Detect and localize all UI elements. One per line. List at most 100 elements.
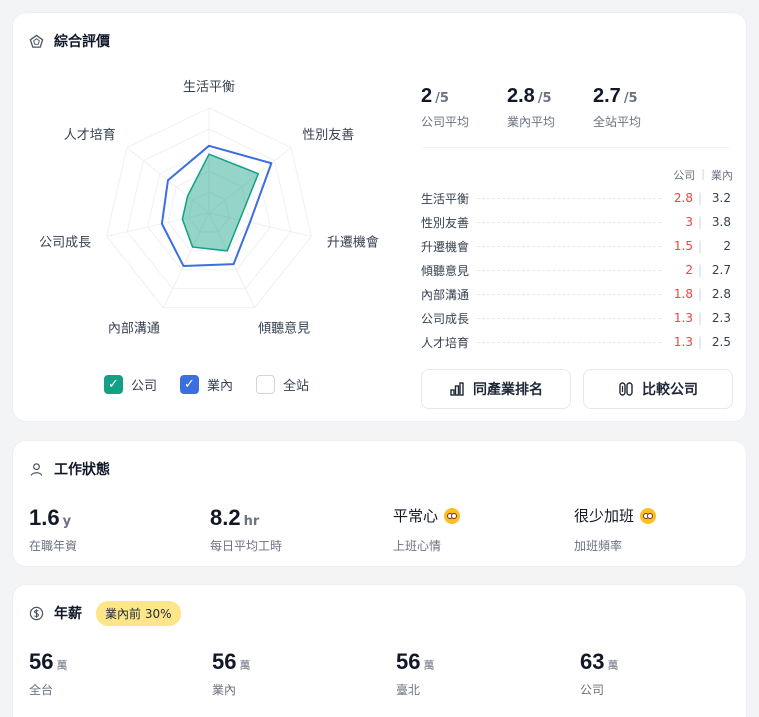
compare-row-company: 1.3	[673, 335, 693, 349]
summary-denominator: /5	[537, 91, 552, 106]
compare-row-label: 人才培育	[421, 335, 470, 350]
compare-row: 公司成長 1.3 | 2.3	[421, 310, 731, 326]
salary-unit: 萬	[423, 659, 435, 672]
compare-row-industry: 2.7	[711, 263, 731, 277]
salary-value: 63	[580, 649, 605, 674]
compare-row: 傾聽意見 2 | 2.7	[421, 262, 731, 278]
check-icon: ✓	[180, 375, 199, 394]
stat-label: 在職年資	[29, 539, 78, 553]
salary-unit: 萬	[607, 659, 619, 672]
compare-row-label: 生活平衡	[421, 191, 470, 206]
salary-label: 公司	[580, 683, 605, 697]
checkbox-empty	[256, 375, 275, 394]
stat-hours: 8.2 hr 每日平均工時	[210, 505, 282, 554]
radar-axis-label: 性別友善	[302, 127, 354, 143]
industry-rank-label: 同產業排名	[473, 382, 543, 398]
salary-label: 業內	[212, 683, 237, 697]
work-title: 工作狀態	[54, 462, 110, 478]
compare-row-industry: 2.3	[711, 311, 731, 325]
salary-header: 年薪 業內前 30%	[29, 600, 181, 626]
stat-label: 每日平均工時	[210, 539, 283, 553]
radar-axis-label: 傾聽意見	[258, 320, 310, 336]
salary-value: 56	[212, 649, 237, 674]
compare-row: 生活平衡 2.8 | 3.2	[421, 190, 731, 206]
bar-chart-icon	[450, 382, 464, 396]
compare-company-button[interactable]: 比較公司	[583, 369, 733, 409]
compare-row-company: 1.8	[673, 287, 693, 301]
legend-industry[interactable]: ✓ 業內	[180, 375, 233, 394]
stat-tenure: 1.6 y 在職年資	[29, 505, 77, 554]
compare-row-company: 2.8	[673, 191, 693, 205]
compare-row-sep: |	[697, 287, 703, 301]
summary-denominator: /5	[435, 91, 449, 106]
summary-value: 2.7	[593, 85, 621, 107]
salary-item: 56 萬 全台	[29, 649, 67, 698]
salary-item: 56 萬 臺北	[396, 649, 434, 698]
compare-header-company: 公司	[673, 169, 696, 182]
summary-denominator: /5	[623, 91, 638, 106]
work-card: 工作狀態 1.6 y 在職年資 8.2 hr 每日平均工時 平常心 上班心情 很少加…	[12, 440, 747, 567]
compare-row: 內部溝通 1.8 | 2.8	[421, 286, 731, 302]
salary-unit: 萬	[239, 659, 251, 672]
face-emoji-icon	[444, 507, 461, 524]
stat-label: 上班心情	[393, 539, 442, 553]
check-icon: ✓	[104, 375, 123, 394]
person-icon	[30, 462, 43, 476]
salary-label: 臺北	[396, 683, 421, 697]
rating-card: 綜合評價 生活平衡 性別友善 升遷機會 傾聽意見 內部溝通 公司成長 人才培育 ✓ 公司 ✓…	[12, 12, 747, 422]
legend-industry-label: 業內	[207, 379, 234, 394]
compare-company-label: 比較公司	[642, 382, 698, 398]
compare-row-sep: |	[697, 239, 703, 253]
summary-company: 2/5 公司平均	[421, 85, 469, 130]
stat-value: 8.2	[210, 505, 241, 530]
summary-label: 公司平均	[421, 115, 470, 129]
stat-label: 加班頻率	[574, 539, 623, 553]
legend-site[interactable]: 全站	[256, 375, 309, 394]
stat-mood: 平常心 上班心情	[393, 505, 461, 554]
stat-unit: y	[62, 514, 72, 529]
compare-icon	[619, 382, 633, 396]
salary-item: 56 萬 業內	[212, 649, 250, 698]
legend-site-label: 全站	[283, 379, 310, 394]
compare-row-industry: 2.5	[711, 335, 731, 349]
compare-row-sep: |	[697, 263, 703, 277]
compare-row-company: 3	[685, 215, 693, 229]
compare-row-sep: |	[697, 335, 703, 349]
compare-row-industry: 2	[723, 239, 731, 253]
dollar-icon	[29, 606, 44, 620]
salary-unit: 萬	[56, 659, 68, 672]
compare-row: 性別友善 3 | 3.8	[421, 214, 731, 230]
summary-site: 2.7/5 全站平均	[593, 85, 641, 130]
compare-row-company: 2	[685, 263, 693, 277]
compare-row-label: 內部溝通	[421, 287, 470, 302]
summary-value: 2	[421, 85, 433, 107]
stat-value: 平常心	[393, 507, 439, 525]
radar-axis-label: 升遷機會	[327, 235, 379, 250]
radar-axis-label: 內部溝通	[108, 321, 160, 336]
salary-item: 63 萬 公司	[580, 649, 618, 698]
summary-value: 2.8	[507, 85, 535, 107]
salary-title: 年薪	[54, 606, 82, 622]
compare-row-label: 性別友善	[421, 215, 470, 230]
legend-company[interactable]: ✓ 公司	[104, 375, 157, 394]
divider	[423, 147, 729, 148]
compare-row-industry: 3.2	[711, 191, 731, 205]
stat-value: 很少加班	[574, 507, 635, 525]
compare-row: 升遷機會 1.5 | 2	[421, 238, 731, 254]
radar-series-company	[181, 153, 260, 252]
stat-overtime: 很少加班 加班頻率	[574, 505, 657, 554]
radar-chart: 生活平衡性別友善升遷機會傾聽意見 內部溝通 公司成長 人才培育	[39, 80, 379, 336]
compare-row-sep: |	[697, 191, 703, 205]
stat-unit: hr	[243, 514, 260, 529]
compare-header-industry: 業內	[711, 169, 733, 182]
compare-row-sep: |	[697, 215, 703, 229]
salary-rank-badge: 業內前 30%	[96, 600, 181, 626]
salary-label: 全台	[29, 683, 54, 697]
compare-header-sep: |	[701, 167, 705, 180]
summary-label: 業內平均	[507, 115, 556, 129]
radar-axis-label: 生活平衡	[183, 80, 235, 95]
summary-label: 全站平均	[593, 115, 642, 129]
industry-rank-button[interactable]: 同產業排名	[421, 369, 571, 409]
compare-row-industry: 2.8	[711, 287, 731, 301]
compare-row-company: 1.3	[673, 311, 693, 325]
